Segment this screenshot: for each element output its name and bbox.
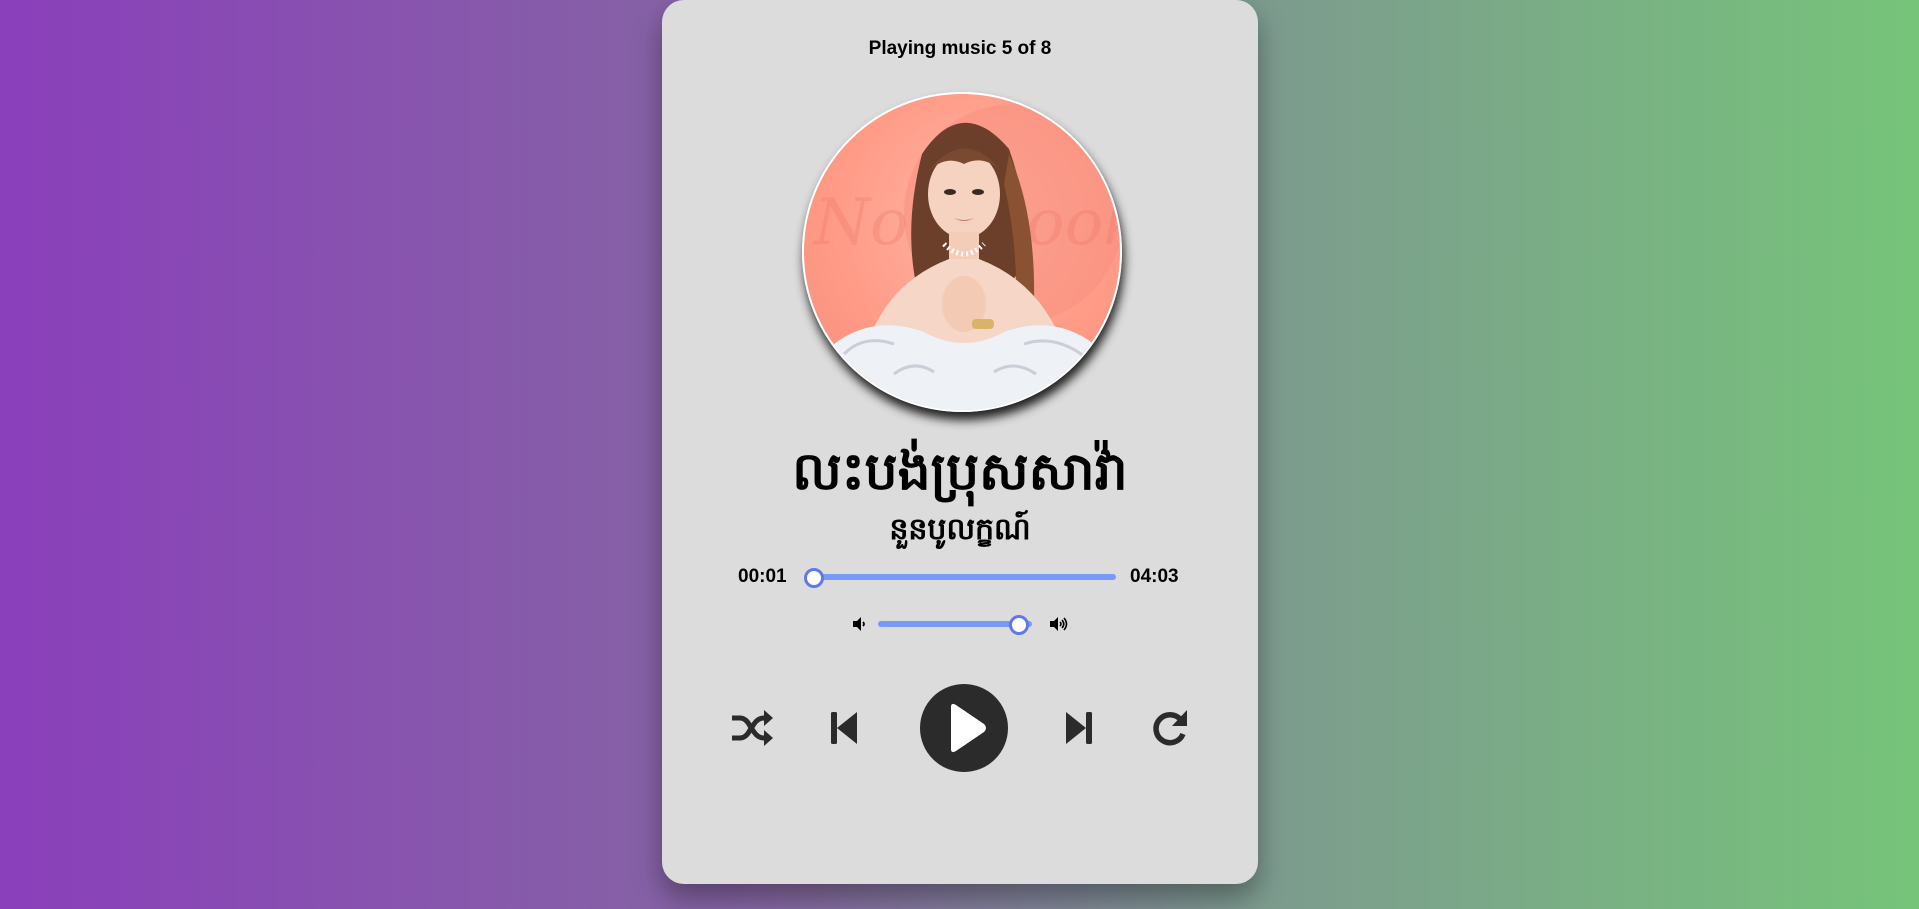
shuffle-button[interactable] <box>730 708 774 748</box>
album-cover: Now Look <box>802 92 1122 412</box>
artist-name: នួនបូលក្ខណ៍ <box>889 512 1031 547</box>
shuffle-icon <box>732 710 773 746</box>
song-title: លះបង់ប្រុសសាវ៉ា <box>792 442 1128 502</box>
seek-slider[interactable] <box>812 574 1116 580</box>
previous-button[interactable] <box>829 710 859 746</box>
total-time: 04:03 <box>1130 566 1179 587</box>
step-forward-icon <box>1066 712 1092 744</box>
current-time: 00:01 <box>738 566 787 587</box>
volume-down-icon <box>850 614 870 634</box>
repeat-button[interactable] <box>1151 708 1189 748</box>
play-icon <box>951 703 986 753</box>
cover-artwork: Now Look <box>812 104 1120 410</box>
volume-slider-thumb[interactable] <box>1008 615 1029 635</box>
redo-icon <box>1153 710 1187 746</box>
step-backward-icon <box>831 712 857 744</box>
seek-slider-thumb[interactable] <box>804 568 824 588</box>
playing-status: Playing music 5 of 8 <box>868 38 1052 59</box>
next-button[interactable] <box>1064 710 1094 746</box>
volume-up-icon <box>1048 614 1068 634</box>
music-player-card: Playing music 5 of 8 Now Look <box>662 0 1258 884</box>
play-button[interactable] <box>920 684 1008 772</box>
